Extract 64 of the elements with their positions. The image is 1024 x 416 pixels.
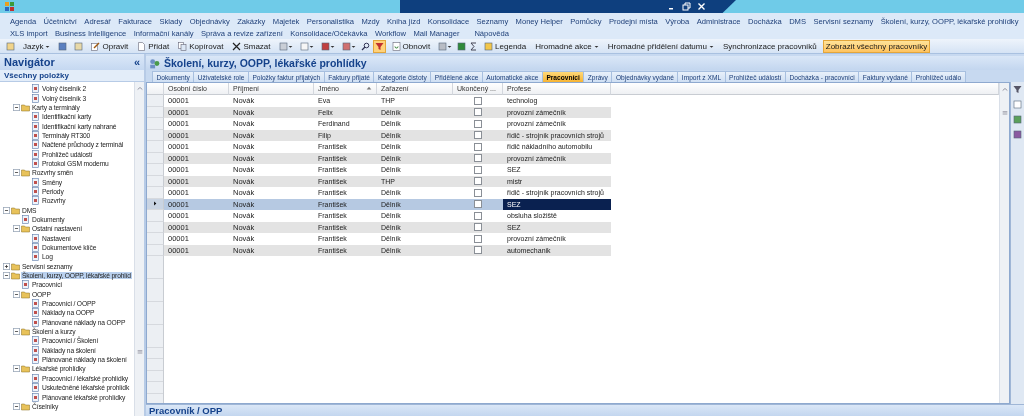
toolbar-button[interactable]: Opravit — [88, 39, 132, 53]
collapse-icon[interactable] — [13, 169, 20, 177]
copy-icon — [178, 41, 188, 51]
section-title: Všechny položky — [0, 70, 144, 82]
checkbox[interactable] — [474, 177, 482, 186]
collapse-icon[interactable] — [3, 206, 10, 214]
module-title: Školení, kurzy, OOPP, lékařské prohlídky — [164, 57, 367, 69]
sort-arrow-icon — [366, 84, 372, 93]
sum-icon[interactable] — [469, 41, 479, 51]
toolbar-button[interactable]: Smazat — [229, 39, 274, 53]
close-icon — [232, 41, 242, 51]
toolbar-button[interactable]: Hromadné přidělení datumu — [604, 39, 717, 53]
edit-icon — [91, 41, 101, 51]
header-corner — [147, 83, 164, 95]
spreadsheet-icon — [457, 41, 467, 51]
panel-title: Pracovník / OPP — [149, 405, 223, 416]
checkbox[interactable] — [474, 211, 482, 220]
checkbox[interactable] — [474, 165, 482, 174]
toolbar-button[interactable]: Přidat — [134, 39, 173, 53]
document-icon — [137, 41, 147, 51]
restore-icon[interactable] — [682, 2, 691, 11]
legend-icon — [484, 41, 494, 51]
collapse-icon[interactable] — [13, 225, 20, 233]
collapse-icon[interactable] — [3, 272, 10, 280]
people-icon — [149, 57, 160, 69]
navigator-title: Navigátor — [4, 56, 55, 68]
toolbar-button[interactable]: Jazyk — [20, 39, 54, 53]
grip-icon[interactable] — [1001, 108, 1008, 117]
toolbar-button[interactable]: Kopírovat — [175, 39, 227, 53]
scrollbar[interactable] — [999, 83, 1009, 403]
checkbox[interactable] — [474, 188, 482, 197]
collapse-icon[interactable] — [13, 328, 20, 336]
grip-icon[interactable] — [136, 347, 143, 356]
checkbox[interactable] — [474, 119, 482, 128]
checkbox[interactable] — [474, 154, 482, 163]
checkbox[interactable] — [474, 108, 482, 117]
search-icon[interactable] — [360, 41, 370, 51]
toolbar-button[interactable]: Legenda — [481, 39, 530, 53]
app-logo-icon — [5, 2, 15, 12]
expand-icon[interactable] — [3, 262, 10, 270]
checkbox[interactable] — [474, 142, 482, 151]
field-icon — [1013, 100, 1022, 109]
checkbox[interactable] — [474, 246, 482, 255]
refresh-icon — [391, 41, 401, 51]
collapse-icon[interactable] — [13, 365, 20, 373]
scroll-up-icon[interactable] — [1001, 85, 1008, 94]
toolbar-button[interactable]: Zobrazit všechny pracovníky — [822, 39, 931, 53]
scrollbar[interactable] — [134, 82, 144, 416]
checkbox[interactable] — [474, 234, 482, 243]
collapse-button[interactable]: « — [133, 56, 140, 68]
scroll-up-icon[interactable] — [136, 84, 143, 93]
close-icon[interactable] — [697, 2, 706, 11]
filter-icon[interactable] — [1013, 85, 1022, 94]
checkbox[interactable] — [474, 131, 482, 140]
collapse-icon[interactable] — [13, 402, 20, 410]
filter-icon[interactable] — [372, 39, 386, 53]
collapse-icon[interactable] — [13, 103, 20, 111]
checkbox[interactable] — [474, 96, 482, 105]
toolbar-button[interactable]: Synchronizace pracovníků — [719, 39, 820, 53]
toolbar-button[interactable]: Hromadné akce — [532, 39, 602, 53]
toolbar-button[interactable]: Obnovit — [388, 39, 434, 53]
checkbox[interactable] — [474, 200, 482, 209]
checkbox[interactable] — [474, 223, 482, 232]
collapse-icon[interactable] — [13, 290, 20, 298]
